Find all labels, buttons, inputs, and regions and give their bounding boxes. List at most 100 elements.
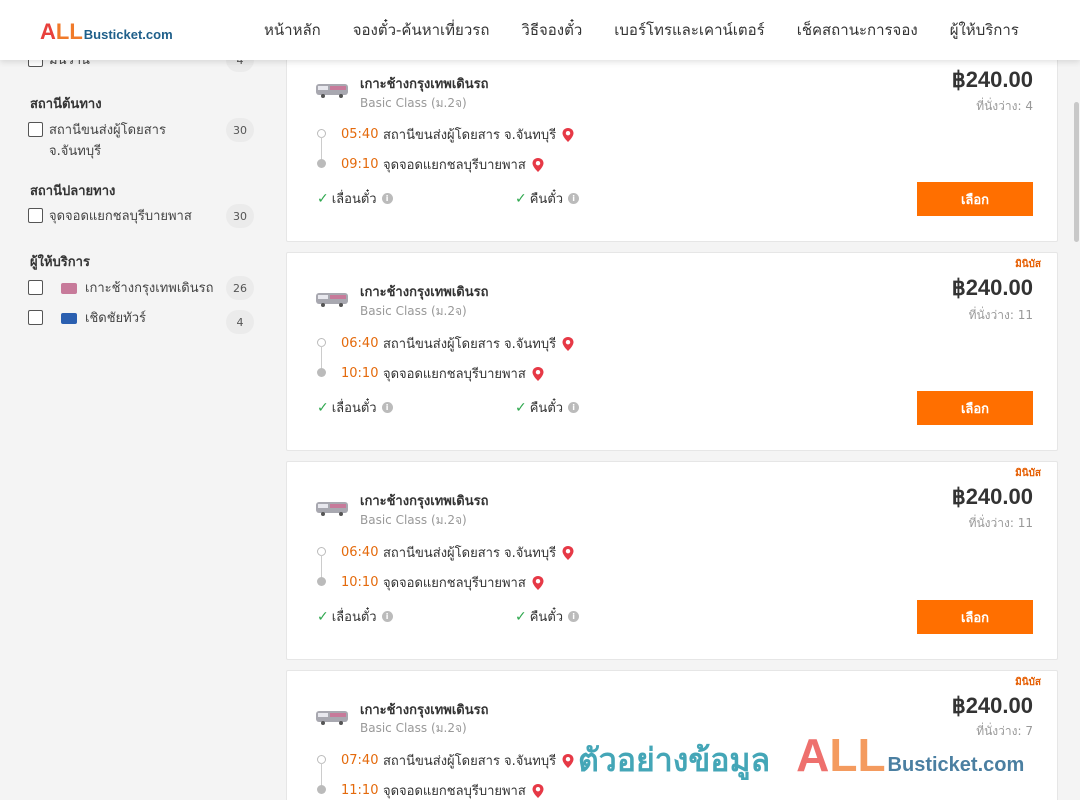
departure-stop: 06:40 สถานีขนส่งผู้โดยสาร จ.จันทบุรี <box>341 542 575 563</box>
nav-contact-counters[interactable]: เบอร์โทรและเคาน์เตอร์ <box>598 18 780 42</box>
nav-home[interactable]: หน้าหลัก <box>248 18 337 42</box>
filter-count: 26 <box>226 276 254 300</box>
filter-checkbox[interactable] <box>28 310 43 325</box>
feature-reschedule: ✓ เลื่อนตั๋ว i <box>317 397 393 418</box>
arrival-place: จุดจอดแยกชลบุรีบายพาส <box>383 367 526 382</box>
price: ฿240.00 <box>951 693 1033 718</box>
nav-how-to-book[interactable]: วิธีจองตั๋ว <box>505 18 598 42</box>
bus-name: เกาะช้างกรุงเทพเดินรถ <box>360 285 489 300</box>
map-pin-icon[interactable] <box>531 366 545 382</box>
select-button[interactable]: เลือก <box>917 391 1033 425</box>
departure-time: 06:40 <box>341 336 379 351</box>
check-icon: ✓ <box>317 190 329 207</box>
map-pin-icon[interactable] <box>561 753 575 769</box>
timeline-dot-end <box>317 368 326 377</box>
arrival-time: 11:10 <box>341 783 379 798</box>
filter-row-destination[interactable]: จุดจอดแยกชลบุรีบายพาส 30 <box>28 204 254 228</box>
filter-row-origin[interactable]: สถานีขนส่งผู้โดยสาร จ.จันทบุรี 30 <box>28 118 254 162</box>
select-button[interactable]: เลือก <box>917 182 1033 216</box>
filter-row-operator-kohchang[interactable]: เกาะช้างกรุงเทพเดินรถ 26 <box>28 276 254 300</box>
feature-label: เลื่อนตั๋ว <box>331 192 377 207</box>
top-header: ALL Busticket.com หน้าหลัก จองตั๋ว-ค้นหา… <box>0 0 1080 60</box>
nav-operators[interactable]: ผู้ให้บริการ <box>934 18 1035 42</box>
page-scrollbar[interactable] <box>1072 60 1080 800</box>
timeline-dot-end <box>317 785 326 794</box>
trip-card: มินิบัส เกาะช้างกรุงเทพเดินรถ Basic Clas… <box>286 461 1058 660</box>
feature-label: คืนตั๋ว <box>529 192 564 207</box>
feature-refund: ✓ คืนตั๋ว i <box>515 188 580 209</box>
filter-count: 4 <box>226 310 254 334</box>
check-icon: ✓ <box>515 608 527 625</box>
bus-operator-logo-icon <box>316 293 348 307</box>
timeline-dot-end <box>317 159 326 168</box>
watermark-letter-a: A <box>796 729 830 781</box>
filter-checkbox[interactable] <box>28 208 43 223</box>
minibus-tag: มินิบัส <box>1015 468 1041 479</box>
seats-available: ที่นั่งว่าง: 11 <box>968 516 1033 530</box>
select-button[interactable]: เลือก <box>917 600 1033 634</box>
departure-stop: 05:40 สถานีขนส่งผู้โดยสาร จ.จันทบุรี <box>341 124 575 145</box>
timeline-dot-end <box>317 577 326 586</box>
departure-stop: 06:40 สถานีขนส่งผู้โดยสาร จ.จันทบุรี <box>341 333 575 354</box>
operator-logo-icon <box>61 313 77 324</box>
arrival-stop: 09:10 จุดจอดแยกชลบุรีบายพาส <box>341 154 545 175</box>
map-pin-icon[interactable] <box>531 157 545 173</box>
price: ฿240.00 <box>951 275 1033 300</box>
map-pin-icon[interactable] <box>561 545 575 561</box>
info-icon[interactable]: i <box>381 193 393 204</box>
filter-label: จุดจอดแยกชลบุรีบายพาส <box>49 209 192 224</box>
info-icon[interactable]: i <box>568 611 580 622</box>
operator-logo-icon <box>61 283 77 294</box>
timeline-line <box>321 137 322 161</box>
arrival-place: จุดจอดแยกชลบุรีบายพาส <box>383 576 526 591</box>
departure-place: สถานีขนส่งผู้โดยสาร จ.จันทบุรี <box>383 546 557 561</box>
filter-label: สถานีขนส่งผู้โดยสาร จ.จันทบุรี <box>49 123 166 159</box>
feature-reschedule: ✓ เลื่อนตั๋ว i <box>317 606 393 627</box>
info-icon[interactable]: i <box>381 611 393 622</box>
info-icon[interactable]: i <box>568 402 580 413</box>
departure-time: 05:40 <box>341 127 379 142</box>
bus-operator-logo-icon <box>316 711 348 725</box>
map-pin-icon[interactable] <box>561 336 575 352</box>
logo-letter-a: A <box>40 19 56 44</box>
origin-heading: สถานีต้นทาง <box>30 97 102 112</box>
departure-stop: 07:40 สถานีขนส่งผู้โดยสาร จ.จันทบุรี <box>341 750 575 771</box>
scrollbar-thumb[interactable] <box>1074 102 1079 242</box>
site-logo[interactable]: ALL Busticket.com <box>40 19 173 45</box>
map-pin-icon[interactable] <box>561 127 575 143</box>
watermark-letters-ll: LL <box>829 729 886 781</box>
nav-book-search[interactable]: จองตั๋ว-ค้นหาเที่ยวรถ <box>337 18 506 42</box>
info-icon[interactable]: i <box>381 402 393 413</box>
operator-heading: ผู้ให้บริการ <box>30 255 90 270</box>
map-pin-icon[interactable] <box>531 575 545 591</box>
filter-checkbox[interactable] <box>28 122 43 137</box>
feature-label: เลื่อนตั๋ว <box>331 401 377 416</box>
filter-count: 30 <box>226 204 254 228</box>
arrival-place: จุดจอดแยกชลบุรีบายพาส <box>383 784 526 799</box>
feature-reschedule: ✓ เลื่อนตั๋ว i <box>317 188 393 209</box>
arrival-stop: 10:10 จุดจอดแยกชลบุรีบายพาส <box>341 363 545 384</box>
check-icon: ✓ <box>317 608 329 625</box>
bus-class: Basic Class (ม.2จ) <box>360 513 467 527</box>
departure-place: สถานีขนส่งผู้โดยสาร จ.จันทบุรี <box>383 337 557 352</box>
filter-label-with-icon: เกาะช้างกรุงเทพเดินรถ <box>49 278 224 299</box>
bus-operator-logo-icon <box>316 502 348 516</box>
seats-available: ที่นั่งว่าง: 11 <box>968 308 1033 322</box>
map-pin-icon[interactable] <box>531 783 545 799</box>
check-icon: ✓ <box>317 399 329 416</box>
timeline-line <box>321 346 322 370</box>
filter-checkbox[interactable] <box>28 280 43 295</box>
sample-data-watermark: ตัวอย่างข้อมูล ALL Busticket.com <box>578 728 1024 786</box>
arrival-time: 10:10 <box>341 366 379 381</box>
logo-busticket: Busticket.com <box>83 27 173 42</box>
filter-label: เชิดชัยทัวร์ <box>85 311 147 326</box>
bus-operator-logo-icon <box>316 84 348 98</box>
arrival-time: 09:10 <box>341 157 379 172</box>
feature-label: คืนตั๋ว <box>529 401 564 416</box>
filter-row-operator-cherdchai[interactable]: เชิดชัยทัวร์ 4 <box>28 308 254 334</box>
info-icon[interactable]: i <box>568 193 580 204</box>
nav-check-booking[interactable]: เช็คสถานะการจอง <box>781 18 934 42</box>
check-icon: ✓ <box>515 190 527 207</box>
timeline-line <box>321 763 322 787</box>
bus-name: เกาะช้างกรุงเทพเดินรถ <box>360 494 489 509</box>
